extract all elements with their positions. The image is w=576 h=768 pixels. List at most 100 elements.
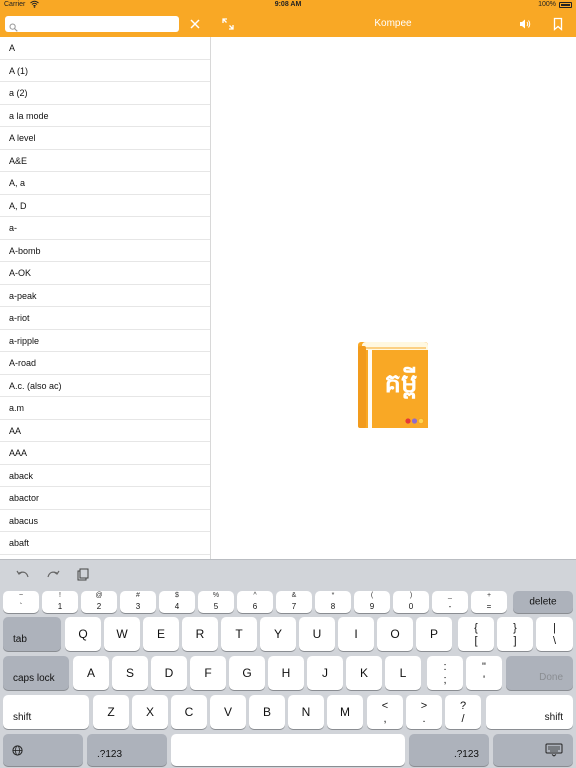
key-f[interactable]: F [190,656,226,690]
list-item[interactable]: a-ripple [0,330,210,352]
key-q[interactable]: Q [65,617,101,651]
key-d[interactable]: D [151,656,187,690]
space-key[interactable] [171,734,405,766]
list-item[interactable]: A, a [0,172,210,195]
battery-percent: 100% [538,1,556,8]
globe-key[interactable] [3,734,83,766]
search-icon [9,19,18,32]
list-item[interactable]: abacus [0,510,210,532]
key-c[interactable]: C [171,695,207,729]
key-right-brace[interactable]: }] [497,617,533,651]
key-k[interactable]: K [346,656,382,690]
key-n[interactable]: N [288,695,324,729]
key-s[interactable]: S [112,656,148,690]
numbers-key-left[interactable]: .?123 [87,734,167,766]
list-item[interactable]: A-OK [0,262,210,285]
list-item[interactable]: a la mode [0,105,210,127]
list-item[interactable]: a-riot [0,307,210,330]
key-w[interactable]: W [104,617,140,651]
key-period[interactable]: >. [406,695,442,729]
app-logo: គម្ពី [358,340,430,430]
key-x[interactable]: X [132,695,168,729]
caps-lock-key[interactable]: caps lock [3,656,69,690]
delete-key[interactable]: delete [513,591,573,613]
key-4[interactable]: $4 [159,591,195,613]
list-item[interactable]: a.m [0,397,210,420]
key-o[interactable]: O [377,617,413,651]
shift-left-key[interactable]: shift [3,695,89,729]
list-item[interactable]: A, D [0,195,210,217]
key-semicolon[interactable]: :; [427,656,463,690]
key-comma[interactable]: <, [367,695,403,729]
key-9[interactable]: (9 [354,591,390,613]
list-item[interactable]: aback [0,465,210,487]
key-j[interactable]: J [307,656,343,690]
key-8[interactable]: * 8 [315,591,351,613]
key-3[interactable]: #3 [120,591,156,613]
key-slash[interactable]: ? / [445,695,481,729]
status-time: 9:08 AM [274,1,302,8]
key-6[interactable]: ^ 6 [237,591,273,613]
undo-icon [16,570,29,578]
expand-button[interactable] [220,16,236,32]
key-equals[interactable]: + = [471,591,507,613]
list-item[interactable]: AAA [0,442,210,465]
key-u[interactable]: U [299,617,335,651]
key-y[interactable]: Y [260,617,296,651]
list-item[interactable]: A-road [0,352,210,375]
list-item[interactable]: a-peak [0,285,210,307]
list-item[interactable]: a- [0,217,210,240]
key-a[interactable]: A [73,656,109,690]
key-backtick[interactable]: ~ ` [3,591,39,613]
key-1[interactable]: ! 1 [42,591,78,613]
key-i[interactable]: I [338,617,374,651]
list-item[interactable]: abaft [0,532,210,555]
paste-button[interactable] [75,568,91,582]
list-item[interactable]: AA [0,420,210,442]
numbers-key-right[interactable]: .?123 [409,734,489,766]
tab-key[interactable]: tab [3,617,61,651]
list-item[interactable]: A&E [0,150,210,172]
undo-button[interactable] [15,568,31,582]
logo-glyph: គម្ពី [384,369,418,399]
key-r[interactable]: R [182,617,218,651]
key-quote[interactable]: " ' [466,656,502,690]
speaker-button[interactable] [517,16,533,32]
hide-keyboard-key[interactable] [493,734,573,766]
key-minus[interactable]: _ - [432,591,468,613]
key-b[interactable]: B [249,695,285,729]
redo-button[interactable] [45,568,61,582]
key-g[interactable]: G [229,656,265,690]
key-z[interactable]: Z [93,695,129,729]
bookmark-button[interactable] [550,16,566,32]
key-0[interactable]: ) 0 [393,591,429,613]
word-list[interactable]: A A (1) a (2) a la mode A level A&E A, a… [0,37,211,559]
key-2[interactable]: @2 [81,591,117,613]
search-input[interactable] [20,17,174,31]
key-p[interactable]: P [416,617,452,651]
list-item[interactable]: A (1) [0,60,210,82]
shift-right-key[interactable]: shift [486,695,573,729]
key-l[interactable]: L [385,656,421,690]
list-item[interactable]: A [0,37,210,60]
list-item[interactable]: abactor [0,487,210,510]
key-v[interactable]: V [210,695,246,729]
key-left-brace[interactable]: {[ [458,617,494,651]
key-e[interactable]: E [143,617,179,651]
key-7[interactable]: & 7 [276,591,312,613]
key-t[interactable]: T [221,617,257,651]
key-m[interactable]: M [327,695,363,729]
list-item[interactable]: A-bomb [0,240,210,262]
bookmark-icon [553,17,563,31]
close-icon [190,19,200,29]
done-key[interactable]: Done [506,656,573,690]
redo-icon [47,570,60,578]
search-box[interactable] [5,16,179,32]
list-item[interactable]: A level [0,127,210,150]
key-h[interactable]: H [268,656,304,690]
clear-search-button[interactable] [187,16,203,32]
key-backslash[interactable]: | \ [536,617,573,651]
list-item[interactable]: A.c. (also ac) [0,375,210,397]
key-5[interactable]: % 5 [198,591,234,613]
list-item[interactable]: a (2) [0,82,210,105]
